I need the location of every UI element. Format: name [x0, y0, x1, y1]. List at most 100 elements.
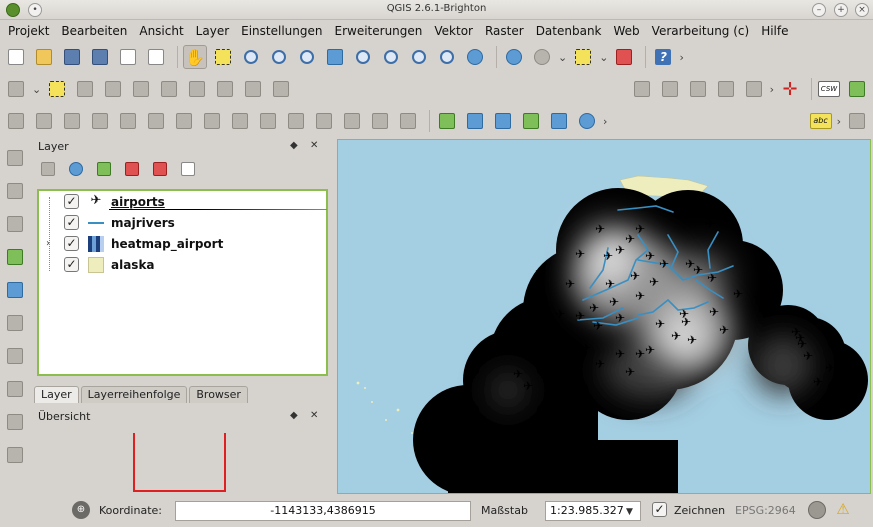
add-group-button[interactable]	[38, 159, 58, 179]
overview-canvas[interactable]	[37, 426, 328, 496]
expand-all-button[interactable]	[122, 159, 142, 179]
menu-layer[interactable]: Layer	[190, 24, 235, 38]
menu-web[interactable]: Web	[608, 24, 646, 38]
zoom-to-selection-button[interactable]	[351, 45, 375, 69]
georeferencer-button[interactable]: ✛	[778, 77, 802, 101]
label-tool-button[interactable]	[630, 77, 654, 101]
layer-row-airports[interactable]: ✓ ✈ airports	[39, 191, 327, 212]
tab-browser[interactable]: Browser	[189, 386, 248, 403]
merge-features-button[interactable]	[312, 109, 336, 133]
remove-layer-button[interactable]	[3, 377, 27, 401]
toggle-editing-button[interactable]	[45, 77, 69, 101]
layer-row-heatmap-airport[interactable]: › ✓ heatmap_airport	[39, 233, 326, 254]
zoom-in-button[interactable]	[239, 45, 263, 69]
new-shapefile-button[interactable]	[3, 311, 27, 335]
add-ring-button[interactable]	[60, 109, 84, 133]
chevron-right-icon[interactable]: ›	[770, 83, 774, 96]
chevron-down-icon[interactable]: ⌄	[558, 51, 567, 64]
undo-button[interactable]	[4, 109, 28, 133]
new-print-composer-button[interactable]	[116, 45, 140, 69]
menu-projekt[interactable]: Projekt	[2, 24, 55, 38]
new-spatialite-button[interactable]	[3, 344, 27, 368]
delete-ring-button[interactable]	[144, 109, 168, 133]
delete-selected-button[interactable]	[185, 77, 209, 101]
chevron-right-icon[interactable]: ›	[837, 115, 841, 128]
coordinate-field[interactable]: -1143133,4386915	[175, 501, 471, 521]
node-tool-button[interactable]	[157, 77, 181, 101]
layer-checkbox[interactable]: ✓	[64, 194, 79, 209]
save-project-button[interactable]	[60, 45, 84, 69]
add-feature-button[interactable]	[101, 77, 125, 101]
collapse-all-button[interactable]	[150, 159, 170, 179]
mouse-coordinate-icon[interactable]: ⊕	[72, 501, 90, 519]
visibility-button[interactable]	[66, 159, 86, 179]
fill-ring-button[interactable]	[116, 109, 140, 133]
offset-curve-button[interactable]	[228, 109, 252, 133]
window-menu-button[interactable]: •	[28, 3, 42, 17]
label-pin-button[interactable]	[658, 77, 682, 101]
layer-checkbox[interactable]: ✓	[64, 215, 79, 230]
rotate-symbols-button[interactable]	[368, 109, 392, 133]
filter-legend-button[interactable]	[94, 159, 114, 179]
add-raster-layer-button[interactable]	[463, 109, 487, 133]
zoom-out-button[interactable]	[267, 45, 291, 69]
overview-extent-frame[interactable]	[133, 433, 226, 492]
label-settings-button[interactable]: abc	[809, 109, 833, 133]
float-panel-icon[interactable]: ◆	[290, 410, 298, 421]
add-postgis-layer-button[interactable]	[491, 109, 515, 133]
label-rotate-button[interactable]	[714, 77, 738, 101]
add-part-button[interactable]	[88, 109, 112, 133]
menu-bearbeiten[interactable]: Bearbeiten	[55, 24, 133, 38]
warning-icon[interactable]: ⚠	[834, 500, 852, 518]
menu-hilfe[interactable]: Hilfe	[755, 24, 794, 38]
menu-datenbank[interactable]: Datenbank	[530, 24, 608, 38]
rotate-feature-button[interactable]	[396, 109, 420, 133]
current-edits-button[interactable]	[4, 77, 28, 101]
menu-raster[interactable]: Raster	[479, 24, 530, 38]
edit-table-button[interactable]	[3, 443, 27, 467]
split-parts-button[interactable]	[284, 109, 308, 133]
simplify-button[interactable]	[32, 109, 56, 133]
table-view-button[interactable]	[3, 410, 27, 434]
help-button[interactable]: ?	[651, 45, 675, 69]
copy-features-button[interactable]	[241, 77, 265, 101]
map-canvas[interactable]: ✈ ✈ ✈ ✈ ✈ ✈ ✈ ✈ ✈ ✈ ✈ ✈ ✈ ✈ ✈ ✈ ✈ ✈ ✈ ✈ ✈ ✈ ✈ ✈ ✈ ✈ ✈ ✈ ✈ ✈ ✈ ✈ ✈ ✈ ✈ ✈ ✈ ✈ ✈ ✈…	[337, 139, 871, 494]
maximize-button[interactable]: +	[834, 3, 848, 17]
identify-button[interactable]	[502, 45, 526, 69]
layer-row-alaska[interactable]: ✓ alaska	[39, 254, 326, 275]
minimize-button[interactable]: –	[812, 3, 826, 17]
composer-manager-button[interactable]	[144, 45, 168, 69]
add-delimited-text-button[interactable]	[3, 212, 27, 236]
reshape-button[interactable]	[200, 109, 224, 133]
label-change-button[interactable]	[742, 77, 766, 101]
remove-layer-group-button[interactable]	[178, 159, 198, 179]
select-features-button[interactable]	[571, 45, 595, 69]
crs-globe-icon[interactable]	[808, 501, 826, 519]
csw-button[interactable]: CSW	[817, 77, 841, 101]
chevron-down-icon[interactable]: ⌄	[599, 51, 608, 64]
add-wms-layer-button[interactable]	[575, 109, 599, 133]
save-edits-button[interactable]	[73, 77, 97, 101]
layer-row-majrivers[interactable]: ✓ majrivers	[39, 212, 326, 233]
chevron-down-icon[interactable]: ▼	[626, 507, 633, 517]
close-panel-icon[interactable]: ✕	[310, 140, 318, 151]
split-features-button[interactable]	[256, 109, 280, 133]
move-feature-button[interactable]	[129, 77, 153, 101]
add-raster-button[interactable]	[3, 179, 27, 203]
open-project-button[interactable]	[32, 45, 56, 69]
delete-part-button[interactable]	[172, 109, 196, 133]
refresh-button[interactable]	[463, 45, 487, 69]
crs-status[interactable]: EPSG:2964	[735, 504, 796, 517]
menu-vektor[interactable]: Vektor	[428, 24, 479, 38]
tab-layer-order[interactable]: Layerreihenfolge	[80, 386, 188, 403]
add-spatialite-layer-button[interactable]	[519, 109, 543, 133]
zoom-last-button[interactable]	[407, 45, 431, 69]
action-button[interactable]	[530, 45, 554, 69]
paste-features-button[interactable]	[269, 77, 293, 101]
cut-features-button[interactable]	[213, 77, 237, 101]
close-panel-icon[interactable]: ✕	[310, 410, 318, 421]
menu-einstellungen[interactable]: Einstellungen	[235, 24, 328, 38]
chevron-right-icon[interactable]: ›	[603, 115, 607, 128]
save-as-button[interactable]	[88, 45, 112, 69]
deselect-button[interactable]	[612, 45, 636, 69]
